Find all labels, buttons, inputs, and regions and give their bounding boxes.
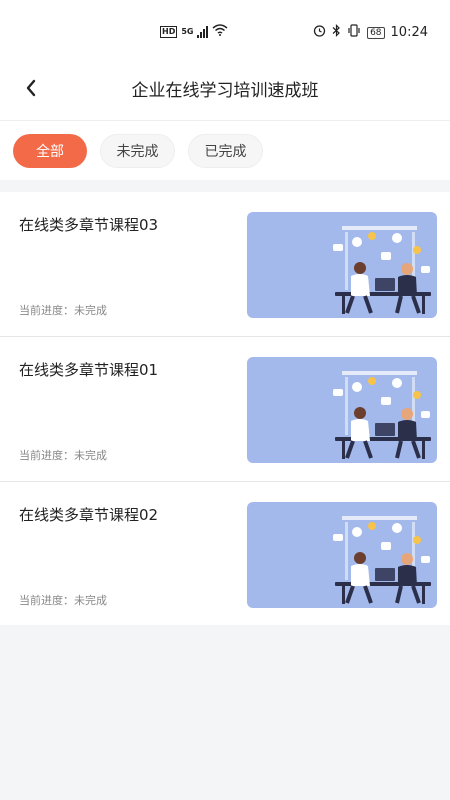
progress-label: 当前进度： bbox=[19, 449, 74, 462]
course-thumbnail bbox=[247, 212, 437, 318]
progress-label: 当前进度： bbox=[19, 304, 74, 317]
course-item[interactable]: 在线类多章节课程02 当前进度：未完成 bbox=[0, 482, 450, 625]
course-progress: 当前进度：未完成 bbox=[19, 302, 107, 318]
course-progress: 当前进度：未完成 bbox=[19, 447, 107, 463]
bluetooth-icon bbox=[332, 24, 341, 41]
network-gen-label: 5G bbox=[181, 27, 194, 36]
tab-incomplete[interactable]: 未完成 bbox=[100, 134, 175, 168]
vibrate-icon bbox=[347, 24, 361, 41]
page-title: 企业在线学习培训速成班 bbox=[131, 81, 319, 101]
wifi-icon bbox=[212, 24, 228, 39]
course-item[interactable]: 在线类多章节课程01 当前进度：未完成 bbox=[0, 337, 450, 482]
course-title: 在线类多章节课程03 bbox=[19, 216, 159, 234]
course-title: 在线类多章节课程02 bbox=[19, 506, 159, 524]
course-progress: 当前进度：未完成 bbox=[19, 592, 107, 608]
filter-tabs: 全部 未完成 已完成 bbox=[0, 120, 450, 180]
tab-all[interactable]: 全部 bbox=[13, 134, 87, 168]
progress-value: 未完成 bbox=[74, 449, 107, 462]
hd-badge: HD bbox=[160, 25, 178, 38]
network-indicators: HD 5G bbox=[160, 24, 228, 39]
course-thumbnail bbox=[247, 502, 437, 608]
tab-completed[interactable]: 已完成 bbox=[188, 134, 263, 168]
app-header: HD 5G 68 10:24 企业在线学习培训速成班 bbox=[0, 0, 450, 120]
signal-icon bbox=[197, 25, 209, 38]
course-thumbnail bbox=[247, 357, 437, 463]
system-indicators: 68 10:24 bbox=[313, 24, 428, 41]
course-title: 在线类多章节课程01 bbox=[19, 361, 159, 379]
progress-value: 未完成 bbox=[74, 594, 107, 607]
course-item[interactable]: 在线类多章节课程03 当前进度：未完成 bbox=[0, 192, 450, 337]
alarm-icon bbox=[313, 24, 326, 41]
course-list: 在线类多章节课程03 当前进度：未完成 在线类多章节课程01 当前进度：未完成 … bbox=[0, 192, 450, 625]
battery-icon: 68 bbox=[367, 26, 385, 39]
progress-value: 未完成 bbox=[74, 304, 107, 317]
progress-label: 当前进度： bbox=[19, 594, 74, 607]
title-bar: 企业在线学习培训速成班 bbox=[0, 66, 450, 110]
status-bar: HD 5G 68 10:24 bbox=[0, 0, 450, 66]
clock: 10:24 bbox=[390, 25, 428, 40]
